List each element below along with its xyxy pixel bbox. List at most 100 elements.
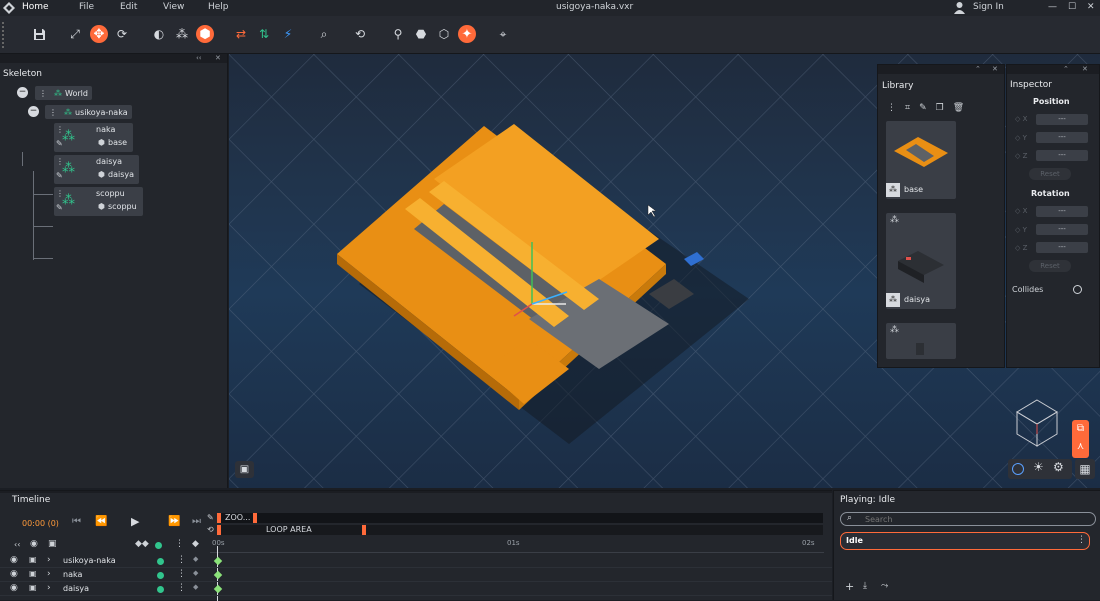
zoom-bar[interactable]: ZOO... (217, 513, 823, 523)
expand-icon[interactable]: › (47, 555, 51, 565)
position-z-field[interactable]: --- (1036, 150, 1088, 161)
library-item-daisya[interactable]: ⁂ ⁂ daisya (886, 213, 956, 309)
lock-icon[interactable]: ▣ (29, 583, 37, 592)
library-item-scoppu[interactable]: ⁂ (886, 323, 956, 359)
cube-icon[interactable]: ⬢ (196, 25, 214, 43)
expand-icon[interactable]: › (47, 569, 51, 579)
keyframe-icon[interactable]: ◆ (193, 555, 198, 563)
box-icon[interactable]: ⬣ (412, 25, 430, 43)
tree-node-root[interactable]: ⋮ ⁂ usikoya-naka (45, 105, 132, 119)
import-icon[interactable]: ⤓ (863, 581, 867, 591)
hierarchy-icon[interactable]: ⁂ (173, 25, 191, 43)
loop-handle-right[interactable] (362, 525, 366, 535)
grid-toggle-icon[interactable]: ▦ (1075, 459, 1095, 479)
toolbar-grip[interactable] (2, 22, 6, 48)
visibility-icon[interactable]: ◉ (30, 539, 38, 549)
collapse-icon[interactable]: ⌃ (975, 65, 981, 73)
menu-dots-icon[interactable]: ⋮ (49, 108, 57, 117)
close-panel-icon[interactable]: ✕ (992, 65, 998, 73)
rotate-icon[interactable]: ⟳ (113, 25, 131, 43)
target-icon[interactable]: ⌖ (494, 25, 512, 43)
collides-radio[interactable] (1073, 285, 1082, 294)
add-animation-icon[interactable]: + (845, 580, 854, 593)
collapse-root-button[interactable]: − (28, 106, 39, 117)
sign-in-link[interactable]: Sign In (973, 2, 1004, 12)
keyframe-icon[interactable]: ◆ (192, 539, 199, 549)
rotation-z-field[interactable]: --- (1036, 242, 1088, 253)
lock-icon[interactable]: ▣ (48, 539, 57, 549)
user-icon[interactable] (953, 1, 966, 14)
box-outline-icon[interactable]: ⬡ (435, 25, 453, 43)
collapse-icon[interactable]: ‹‹ (196, 54, 202, 62)
crop-icon[interactable]: ⌗ (905, 103, 910, 113)
animation-item-idle[interactable]: Idle ⋮ (840, 532, 1090, 550)
maximize-button[interactable]: ☐ (1068, 2, 1076, 12)
add-to-scene-icon[interactable]: ⁂ (886, 183, 900, 197)
search-input[interactable] (865, 514, 1085, 524)
menu-help[interactable]: Help (208, 2, 229, 12)
delete-icon[interactable]: 🗑 (953, 103, 964, 113)
menu-file[interactable]: File (79, 2, 94, 12)
visibility-icon[interactable]: ◉ (10, 555, 18, 565)
loop-icon[interactable]: ⟲ (207, 525, 214, 534)
menu-dots-icon[interactable]: ⋮ (1077, 535, 1086, 545)
library-item-base[interactable]: ⁂ base (886, 121, 956, 199)
skip-end-icon[interactable]: ⏭ (192, 516, 201, 527)
timeline-track[interactable]: ◉ ▣ › naka ⋮ ◆ (0, 568, 832, 582)
search-icon[interactable]: ⌕ (315, 25, 333, 43)
tree-node-world[interactable]: ⋮ ⁂ World (35, 86, 92, 100)
menu-edit[interactable]: Edit (120, 2, 137, 12)
close-panel-icon[interactable]: ✕ (1082, 65, 1088, 73)
world-icon[interactable]: ◐ (150, 25, 168, 43)
swap-icon[interactable]: ⇄ (232, 25, 250, 43)
save-icon[interactable] (30, 25, 48, 43)
collapse-world-button[interactable]: − (17, 87, 28, 98)
menu-dots-icon[interactable]: ⋮ (177, 555, 186, 565)
close-button[interactable]: ✕ (1087, 2, 1095, 12)
keyframe-icon[interactable]: ◆ (193, 569, 198, 577)
tree-icon[interactable]: ⚲ (389, 25, 407, 43)
refresh-icon[interactable]: ⟲ (351, 25, 369, 43)
visibility-icon[interactable]: ◉ (10, 569, 18, 579)
copy-icon[interactable]: ❐ (936, 103, 944, 113)
play-icon[interactable]: ▶ (131, 515, 139, 528)
perspective-toggle-icon[interactable]: ⧉ ⋏ (1072, 420, 1089, 458)
lock-icon[interactable]: ▣ (29, 555, 37, 564)
fullscreen-icon[interactable]: ⤢ (66, 25, 84, 43)
zoom-handle-right[interactable] (253, 513, 257, 523)
position-y-field[interactable]: --- (1036, 132, 1088, 143)
menu-view[interactable]: View (163, 2, 184, 12)
loop-handle-left[interactable] (217, 525, 221, 535)
add-icon[interactable]: ✦ (458, 25, 476, 43)
sphere-shading-icon[interactable] (1012, 463, 1024, 475)
minimize-button[interactable]: — (1048, 2, 1057, 12)
keyframe-marker[interactable] (213, 584, 223, 594)
edit-icon[interactable]: ✎ (207, 513, 214, 522)
align-icon[interactable]: ⇅ (255, 25, 273, 43)
search-box[interactable]: ⌕ (840, 512, 1096, 526)
lock-icon[interactable]: ▣ (29, 569, 37, 578)
rotation-reset-button[interactable]: Reset (1029, 260, 1071, 272)
expand-icon[interactable]: › (47, 583, 51, 593)
step-back-icon[interactable]: ⏪ (95, 516, 107, 527)
rotation-x-field[interactable]: --- (1036, 206, 1088, 217)
light-icon[interactable]: ☀ (1033, 460, 1044, 474)
tree-node-naka[interactable]: ⋮ ✎ ⁂ naka ⬢ base (54, 123, 133, 152)
timeline-track[interactable]: ◉ ▣ › daisya ⋮ ◆ (0, 582, 832, 596)
skip-start-icon[interactable]: ⏮ (72, 516, 81, 527)
position-reset-button[interactable]: Reset (1029, 168, 1071, 180)
position-x-field[interactable]: --- (1036, 114, 1088, 125)
menu-home[interactable]: Home (22, 2, 49, 12)
menu-dots-icon[interactable]: ⋮ (887, 103, 896, 113)
collapse-all-icon[interactable]: ‹‹ (14, 540, 20, 549)
tree-node-scoppu[interactable]: ⋮ ✎ ⁂ scoppu ⬢ scoppu (54, 187, 143, 216)
camera-icon[interactable]: ▣ (235, 461, 254, 478)
collapse-icon[interactable]: ⌃ (1063, 65, 1069, 73)
loop-area-bar[interactable]: LOOP AREA (217, 525, 823, 535)
bolt-icon[interactable]: ⚡ (279, 25, 297, 43)
close-panel-icon[interactable]: ✕ (215, 54, 221, 62)
keyframe-icon[interactable]: ◆ (193, 583, 198, 591)
menu-dots-icon[interactable]: ⋮ (39, 89, 47, 98)
step-forward-icon[interactable]: ⏩ (168, 516, 180, 527)
keyframe-marker[interactable] (213, 570, 223, 580)
